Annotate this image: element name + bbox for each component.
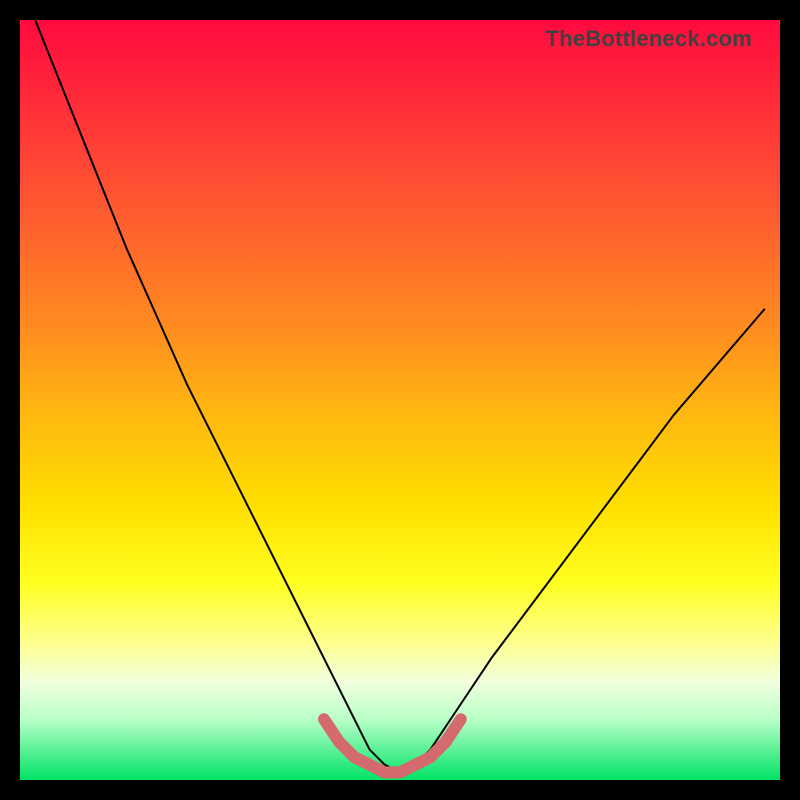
chart-frame: TheBottleneck.com	[0, 0, 800, 800]
curve-layer	[20, 20, 780, 780]
bottleneck-curve	[35, 20, 765, 772]
optimal-zone-curve	[324, 719, 461, 772]
plot-area: TheBottleneck.com	[20, 20, 780, 780]
